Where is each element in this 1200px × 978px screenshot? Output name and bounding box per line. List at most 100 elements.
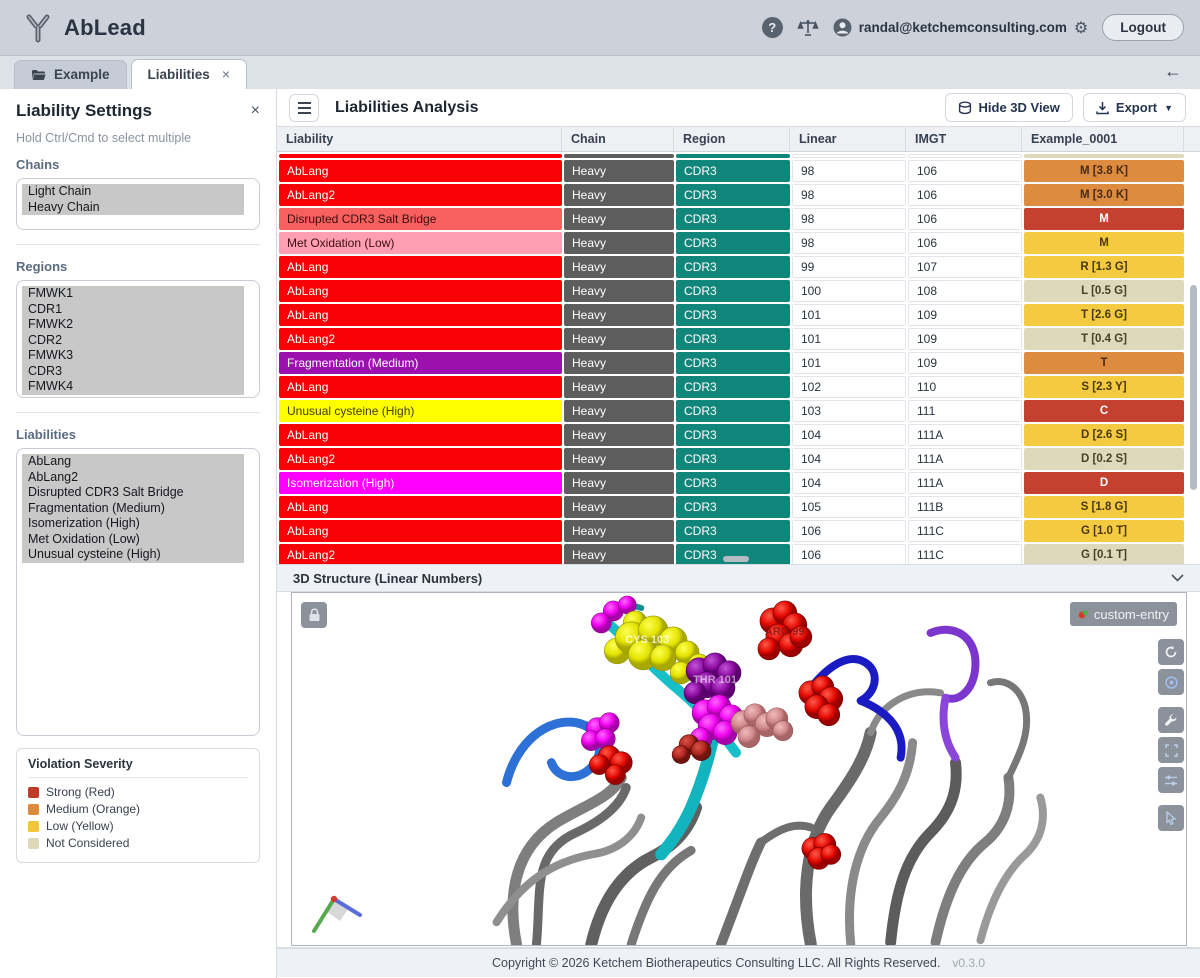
liabilities-listbox[interactable]: AbLangAbLang2Disrupted CDR3 Salt BridgeF… xyxy=(16,448,260,736)
liability-option[interactable]: Met Oxidation (Low) xyxy=(22,532,244,548)
table-row[interactable]: Isomerization (High) Heavy CDR3 104 111A… xyxy=(279,472,1198,494)
selection-mode-button[interactable] xyxy=(1158,805,1184,831)
region-cell: CDR3 xyxy=(676,472,790,494)
center-target-button[interactable] xyxy=(1158,669,1184,695)
chevron-down-icon[interactable] xyxy=(1171,574,1184,582)
viewer-canvas[interactable]: CYS 103 THR 101 ARG 99 custom-e xyxy=(291,592,1187,946)
table-row[interactable]: AbLang Heavy CDR3 99 107 R [1.3 G] xyxy=(279,256,1198,278)
linear-cell: 105 xyxy=(792,496,906,518)
residue-label-thr101: THR 101 xyxy=(693,674,737,686)
region-option[interactable]: FMWK3 xyxy=(22,348,244,364)
export-button[interactable]: Export ▼ xyxy=(1083,93,1186,122)
region-cell: CDR3 xyxy=(676,400,790,422)
lock-button[interactable] xyxy=(301,602,327,628)
liability-option[interactable]: Fragmentation (Medium) xyxy=(22,501,244,517)
tab-liabilities[interactable]: Liabilities × xyxy=(131,59,247,89)
table-row[interactable]: AbLang Heavy CDR3 104 111A D [2.6 S] xyxy=(279,424,1198,446)
user-chip[interactable]: randal@ketchemconsulting.com ⚙ xyxy=(833,18,1089,37)
table-row[interactable]: AbLang Heavy CDR3 101 109 T [2.6 G] xyxy=(279,304,1198,326)
table-row[interactable]: Met Oxidation (Low) Heavy CDR3 98 106 M xyxy=(279,232,1198,254)
table-row[interactable]: AbLang Heavy CDR3 100 108 L [0.5 G] xyxy=(279,280,1198,302)
severity-items: Strong (Red) Medium (Orange) Low (Yellow… xyxy=(28,785,248,850)
chain-cell: Heavy xyxy=(564,328,674,350)
table-row[interactable]: AbLang Heavy CDR3 102 110 S [2.3 Y] xyxy=(279,376,1198,398)
region-cell: CDR3 xyxy=(676,424,790,446)
settings-sliders-button[interactable] xyxy=(1158,767,1184,793)
table-row[interactable]: Unusual cysteine (High) Heavy CDR3 103 1… xyxy=(279,400,1198,422)
liability-option[interactable]: AbLang2 xyxy=(22,470,244,486)
table-row[interactable]: AbLang Heavy CDR3 105 111B S [1.8 G] xyxy=(279,496,1198,518)
imgt-cell: 106 xyxy=(908,184,1022,206)
table-row[interactable]: Disrupted CDR3 Salt Bridge Heavy CDR3 98… xyxy=(279,208,1198,230)
divider xyxy=(16,412,260,413)
region-option[interactable]: CDR3 xyxy=(22,364,244,380)
imgt-cell: 111B xyxy=(908,496,1022,518)
expand-button[interactable] xyxy=(1158,737,1184,763)
region-cell: CDR3 xyxy=(676,280,790,302)
table-row[interactable]: AbLang2 Heavy CDR3 104 111A D [0.2 S] xyxy=(279,448,1198,470)
severity-swatch xyxy=(28,804,39,815)
structure-section-bar[interactable]: 3D Structure (Linear Numbers) xyxy=(277,564,1200,592)
horizontal-scrollbar[interactable] xyxy=(723,556,749,562)
imgt-cell: 111C xyxy=(908,544,1022,564)
tools-button[interactable] xyxy=(1158,707,1184,733)
settings-gear-icon[interactable]: ⚙ xyxy=(1074,18,1088,37)
tab-close-icon[interactable]: × xyxy=(222,66,230,82)
region-option[interactable]: FMWK2 xyxy=(22,317,244,333)
liability-option[interactable]: Disrupted CDR3 Salt Bridge xyxy=(22,485,244,501)
divider xyxy=(16,244,260,245)
imgt-cell: 106 xyxy=(908,208,1022,230)
viewer-toolbar xyxy=(1158,639,1184,835)
hide-3d-view-button[interactable]: Hide 3D View xyxy=(945,93,1073,122)
tab-bar: Example Liabilities × ← xyxy=(0,56,1200,89)
chains-listbox[interactable]: Light ChainHeavy Chain xyxy=(16,178,260,230)
wrench-icon xyxy=(1164,713,1178,727)
panel-close-icon[interactable]: × xyxy=(251,102,260,120)
liability-option[interactable]: Unusual cysteine (High) xyxy=(22,547,244,563)
column-header[interactable]: Example_0001 xyxy=(1022,127,1184,151)
column-header[interactable]: IMGT xyxy=(906,127,1022,151)
column-header[interactable]: Region xyxy=(674,127,790,151)
liabilities-label: Liabilities xyxy=(16,427,260,442)
linear-cell: 99 xyxy=(792,256,906,278)
menu-button[interactable] xyxy=(289,94,319,122)
logout-button[interactable]: Logout xyxy=(1102,14,1184,41)
scales-icon[interactable] xyxy=(797,19,819,37)
help-icon[interactable]: ? xyxy=(762,17,783,38)
download-icon xyxy=(1096,101,1109,115)
column-header[interactable]: Linear xyxy=(790,127,906,151)
reset-view-button[interactable] xyxy=(1158,639,1184,665)
column-header[interactable]: Liability xyxy=(277,127,562,151)
value-cell: T [0.4 G] xyxy=(1024,328,1184,350)
table-row[interactable]: AbLang Heavy CDR3 98 106 M [3.8 K] xyxy=(279,160,1198,182)
regions-listbox[interactable]: FMWK1CDR1FMWK2CDR2FMWK3CDR3FMWK4 xyxy=(16,280,260,398)
linear-cell: 101 xyxy=(792,328,906,350)
table-row[interactable]: AbLang2 Heavy CDR3 98 106 M [3.0 K] xyxy=(279,184,1198,206)
liability-settings-panel: Liability Settings × Hold Ctrl/Cmd to se… xyxy=(0,89,277,978)
region-cell: CDR3 xyxy=(676,520,790,542)
tab-example[interactable]: Example xyxy=(14,60,127,89)
custom-entry-button[interactable]: custom-entry xyxy=(1070,602,1177,626)
table-row[interactable]: AbLang Heavy CDR3 106 111C G [1.0 T] xyxy=(279,520,1198,542)
region-option[interactable]: CDR2 xyxy=(22,333,244,349)
table-row[interactable]: AbLang2 Heavy CDR3 101 109 T [0.4 G] xyxy=(279,328,1198,350)
value-cell: L [0.5 G] xyxy=(1024,280,1184,302)
vertical-scrollbar[interactable] xyxy=(1190,285,1197,490)
chain-cell: Heavy xyxy=(564,400,674,422)
chain-option[interactable]: Light Chain xyxy=(22,184,244,200)
linear-cell: 103 xyxy=(792,400,906,422)
chain-option[interactable]: Heavy Chain xyxy=(22,200,244,216)
column-header[interactable]: Chain xyxy=(562,127,674,151)
liability-option[interactable]: AbLang xyxy=(22,454,244,470)
collapse-arrow-icon[interactable]: ← xyxy=(1164,61,1182,82)
chain-cell: Heavy xyxy=(564,448,674,470)
region-option[interactable]: FMWK1 xyxy=(22,286,244,302)
liability-option[interactable]: Isomerization (High) xyxy=(22,516,244,532)
table-row[interactable]: Fragmentation (Medium) Heavy CDR3 101 10… xyxy=(279,352,1198,374)
region-option[interactable]: CDR1 xyxy=(22,302,244,318)
severity-swatch xyxy=(28,838,39,849)
linear-cell: 98 xyxy=(792,208,906,230)
region-option[interactable]: FMWK4 xyxy=(22,379,244,395)
imgt-cell: 109 xyxy=(908,328,1022,350)
linear-cell: 106 xyxy=(792,544,906,564)
